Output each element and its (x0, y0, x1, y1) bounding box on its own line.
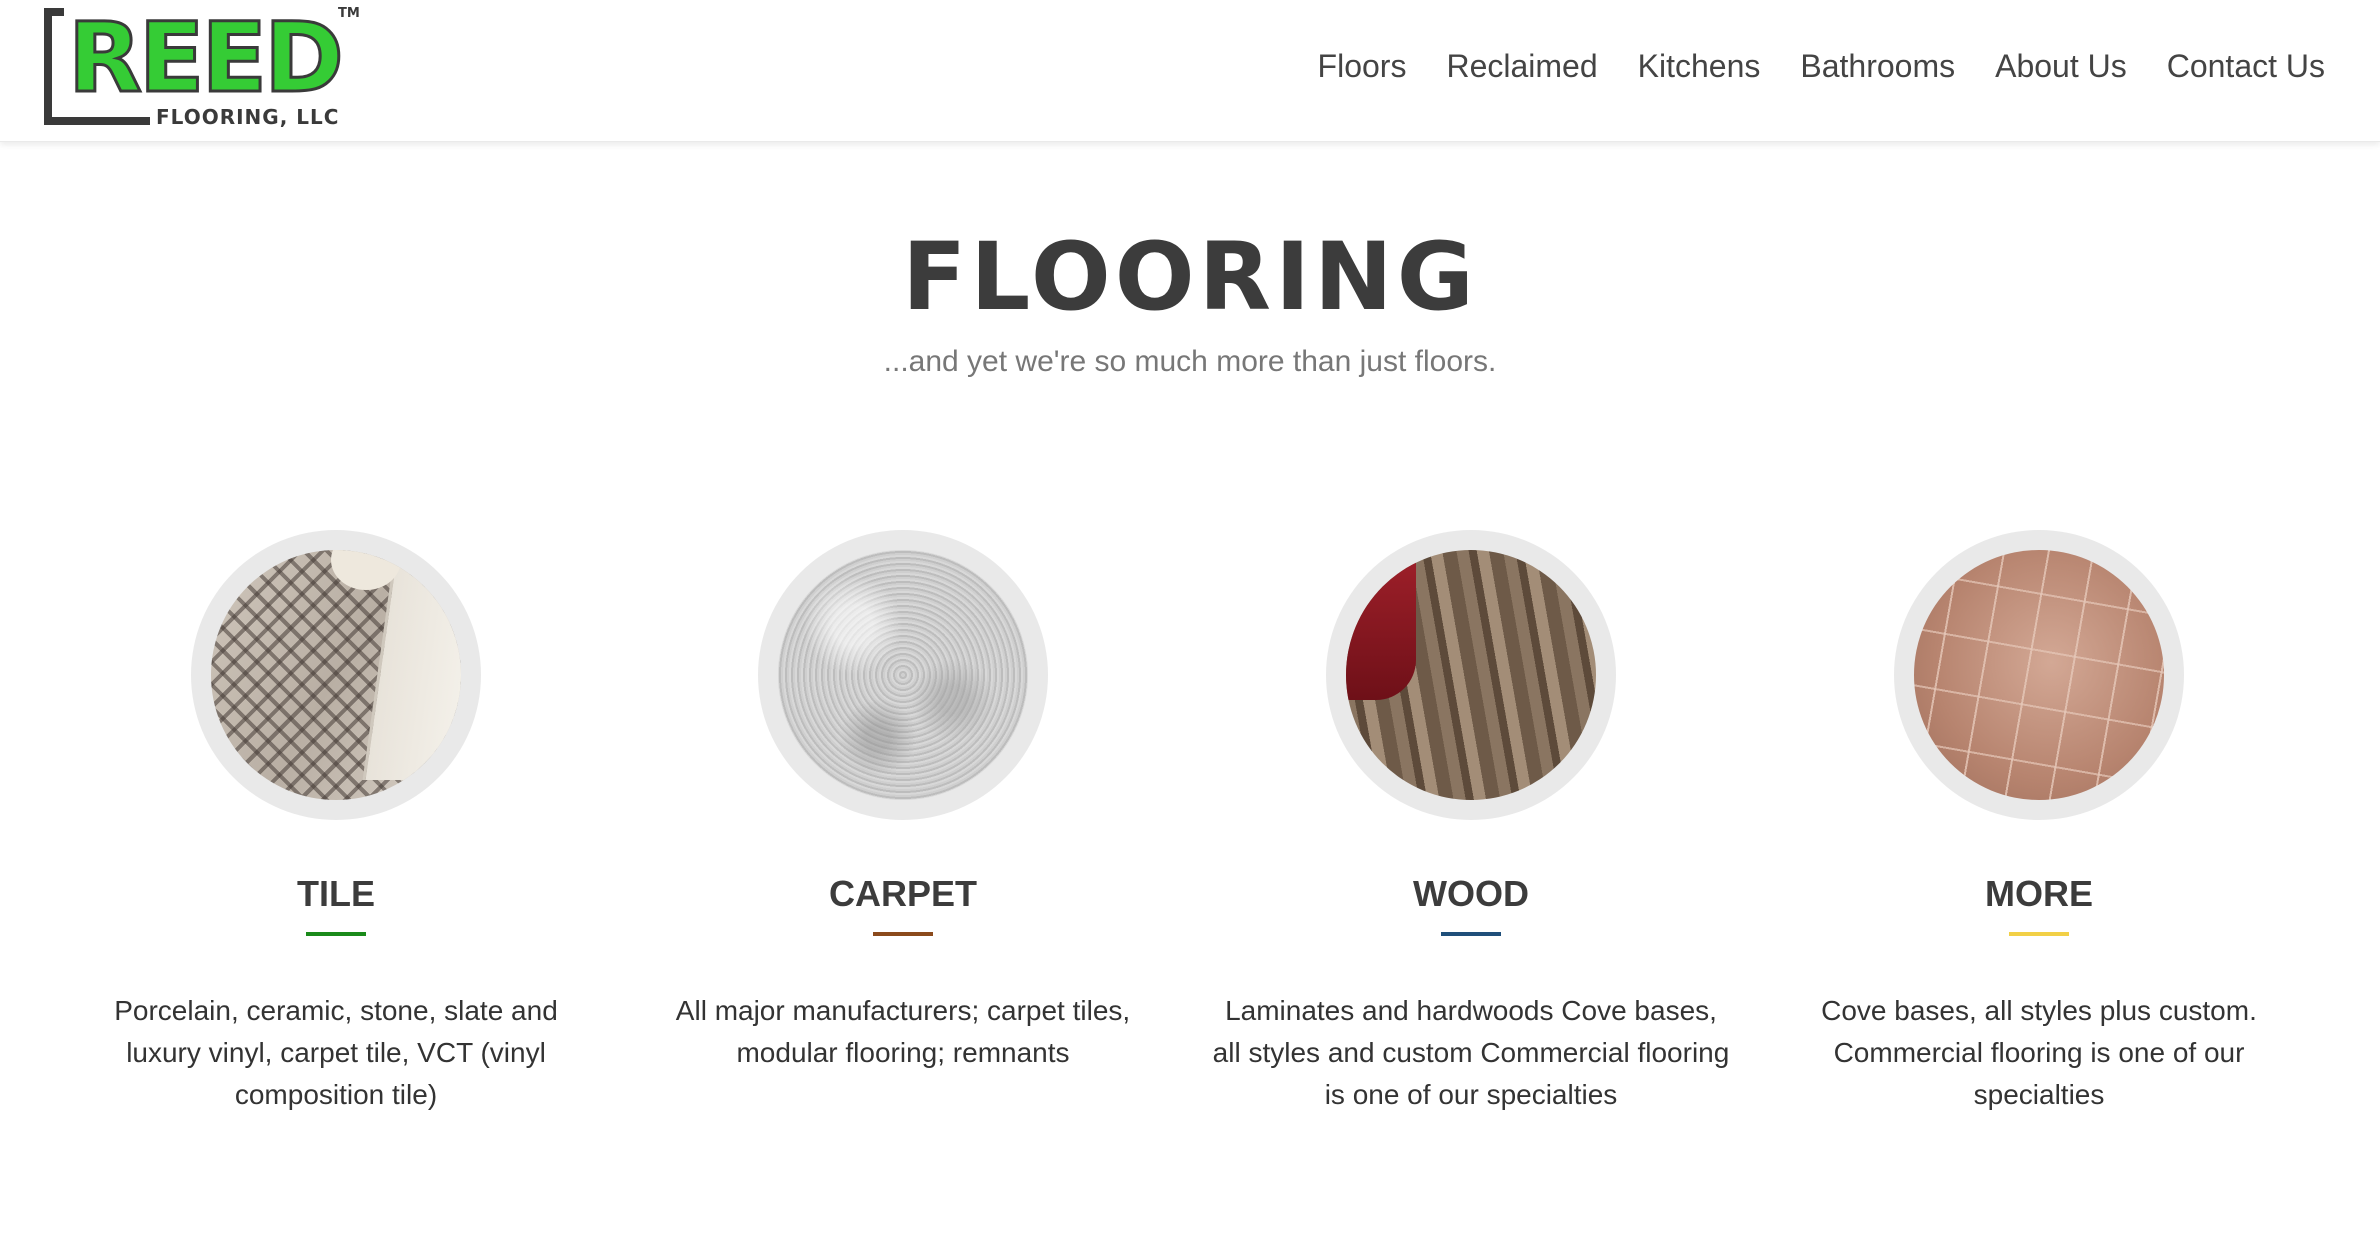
nav-kitchens[interactable]: Kitchens (1638, 46, 1761, 86)
card-wood-title: WOOD (1413, 873, 1529, 914)
card-tile-title: TILE (297, 873, 375, 914)
card-wood[interactable]: WOOD Laminates and hardwoods Cove bases,… (1201, 530, 1741, 1116)
card-more-title: MORE (1985, 873, 2093, 914)
card-more[interactable]: MORE Cove bases, all styles plus custom.… (1769, 530, 2309, 1116)
card-tile-underline (306, 932, 366, 936)
nav-floors[interactable]: Floors (1318, 46, 1407, 86)
card-carpet-underline (873, 932, 933, 936)
carpet-photo (778, 550, 1028, 800)
page-title: FLOORING (902, 223, 1478, 332)
card-wood-description: Laminates and hardwoods Cove bases, all … (1212, 995, 1730, 1110)
logo-wordmark: REED (64, 7, 345, 110)
page-subtitle: ...and yet we're so much more than just … (883, 345, 1497, 378)
nav-reclaimed[interactable]: Reclaimed (1446, 46, 1597, 86)
more-photo (1914, 550, 2164, 800)
logo-trademark: TM (338, 6, 360, 21)
card-wood-underline (1441, 932, 1501, 936)
card-carpet-description: All major manufacturers; carpet tiles, m… (675, 995, 1131, 1068)
card-carpet-frame (758, 530, 1048, 820)
card-tile-frame (191, 530, 481, 820)
nav-bathrooms[interactable]: Bathrooms (1800, 46, 1955, 86)
site-header: REED FLOORING, LLC TM Floors Reclaimed K… (0, 0, 2380, 142)
logo-subtitle: FLOORING, LLC (150, 106, 346, 128)
nav-about-us[interactable]: About Us (1995, 46, 2127, 86)
main-nav: Floors Reclaimed Kitchens Bathrooms Abou… (1318, 46, 2325, 86)
tile-photo (211, 550, 461, 800)
card-tile-description: Porcelain, ceramic, stone, slate and lux… (114, 995, 558, 1110)
card-wood-frame (1326, 530, 1616, 820)
card-carpet-title: CARPET (828, 873, 977, 914)
category-cards: TILE Porcelain, ceramic, stone, slate an… (0, 530, 2380, 1130)
card-more-description: Cove bases, all styles plus custom. Comm… (1821, 995, 2257, 1110)
card-tile[interactable]: TILE Porcelain, ceramic, stone, slate an… (66, 530, 606, 1116)
card-more-frame (1894, 530, 2184, 820)
card-carpet[interactable]: CARPET All major manufacturers; carpet t… (633, 530, 1173, 1074)
card-more-underline (2009, 932, 2069, 936)
logo[interactable]: REED FLOORING, LLC TM (42, 6, 362, 130)
wood-photo (1346, 550, 1596, 800)
nav-contact-us[interactable]: Contact Us (2167, 46, 2325, 86)
